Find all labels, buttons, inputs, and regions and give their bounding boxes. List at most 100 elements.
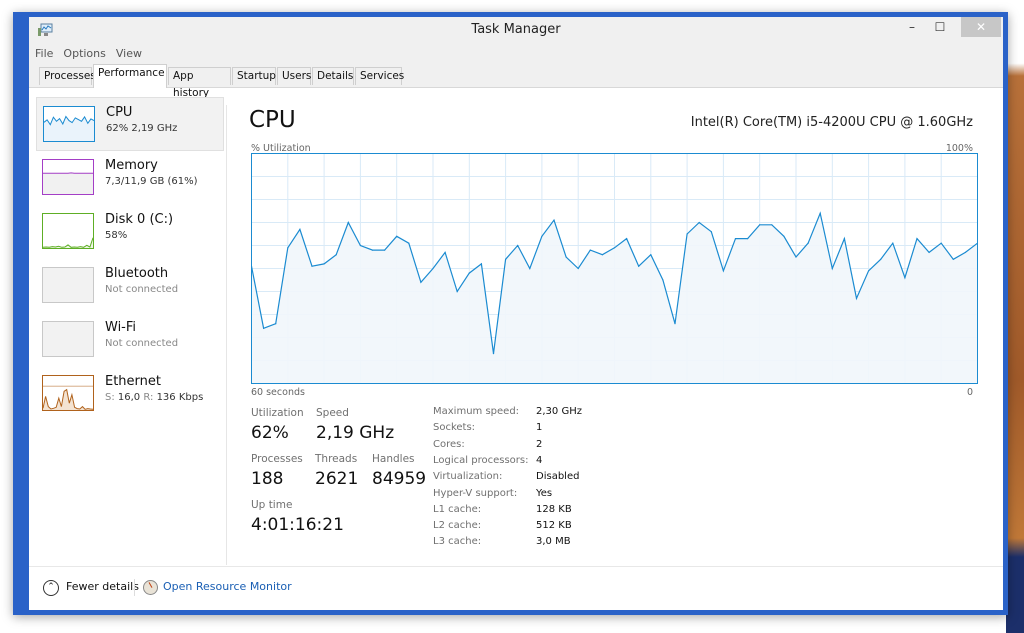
- utilization-point: [384, 249, 386, 251]
- utilization-point: [662, 279, 664, 281]
- utilization-point: [505, 258, 507, 260]
- threads-label: Threads: [315, 453, 358, 465]
- utilization-point: [722, 270, 724, 272]
- utilization-point: [952, 258, 954, 260]
- sidebar-item-bluetooth[interactable]: Bluetooth Not connected: [36, 259, 224, 313]
- spec-label: L2 cache:: [433, 520, 482, 532]
- menu-bar: File Options View: [29, 44, 1003, 64]
- sidebar-item-label: Bluetooth: [105, 266, 169, 281]
- utilization-point: [359, 244, 361, 247]
- threads-value: 2621: [315, 469, 359, 489]
- sidebar-item-memory[interactable]: Memory 7,3/11,9 GB (61%): [36, 151, 224, 205]
- minimize-button[interactable]: –: [897, 17, 927, 37]
- utilization-value: 62%: [251, 423, 289, 443]
- utilization-point: [371, 249, 374, 251]
- utilization-point: [650, 254, 652, 256]
- utilization-point: [783, 235, 785, 237]
- sidebar-item-ethernet[interactable]: Ethernet S: 16,0 R: 136 Kbps: [36, 367, 224, 421]
- sidebar-item-disk[interactable]: Disk 0 (C:) 58%: [36, 205, 224, 259]
- sidebar-item-cpu[interactable]: CPU 62% 2,19 GHz: [36, 97, 224, 151]
- tab-startup[interactable]: Startup: [232, 67, 276, 85]
- utilization-point: [323, 263, 325, 265]
- utilization-point: [432, 267, 434, 270]
- utilization-point: [420, 281, 422, 283]
- utilization-point: [613, 247, 616, 249]
- menu-file[interactable]: File: [29, 44, 57, 60]
- sidebar-item-wifi[interactable]: Wi-Fi Not connected: [36, 313, 224, 367]
- utilization-point: [492, 353, 495, 355]
- utilization-point: [601, 254, 603, 256]
- resource-sidebar: CPU 62% 2,19 GHz Memory 7,3/11,9 GB (61%…: [36, 97, 224, 577]
- utilization-point: [311, 265, 313, 267]
- window-title: Task Manager: [471, 22, 561, 37]
- utilization-point: [589, 249, 591, 251]
- menu-view[interactable]: View: [110, 44, 146, 60]
- receive-value: 136 Kbps: [156, 392, 204, 403]
- utilization-point: [892, 242, 894, 244]
- tab-processes[interactable]: Processes: [39, 67, 96, 85]
- utilization-point: [843, 238, 846, 240]
- chevron-up-icon[interactable]: ⌃: [43, 580, 59, 596]
- cpu-mini-graph: [43, 106, 95, 142]
- sidebar-item-label: Disk 0 (C:): [105, 212, 174, 227]
- title-bar[interactable]: Task Manager – ☐ ✕: [29, 17, 1003, 44]
- utilization-point: [408, 242, 410, 244]
- open-resource-monitor-link[interactable]: Open Resource Monitor: [163, 580, 292, 593]
- disk-mini-graph: [42, 213, 94, 249]
- tab-users[interactable]: Users: [277, 67, 311, 85]
- ethernet-mini-graph: [42, 375, 94, 411]
- footer-bar: ⌃ Fewer details Open Resource Monitor: [29, 566, 1003, 610]
- utilization-point: [759, 224, 761, 226]
- utilization-point: [396, 235, 398, 237]
- memory-mini-graph: [42, 159, 94, 195]
- utilization-point: [577, 267, 579, 270]
- utilization-point: [940, 242, 942, 244]
- utilization-point: [638, 265, 640, 267]
- utilization-point: [275, 323, 277, 325]
- handles-value: 84959: [372, 469, 427, 489]
- graph-x-left-label: 60 seconds: [251, 387, 305, 398]
- processes-label: Processes: [251, 453, 303, 465]
- utilization-point: [287, 247, 289, 249]
- fewer-details-button[interactable]: Fewer details: [66, 580, 139, 593]
- sidebar-divider: [226, 105, 227, 565]
- tab-app-history[interactable]: App history: [168, 67, 231, 99]
- spec-value: Yes: [536, 487, 553, 499]
- uptime-label: Up time: [251, 499, 293, 511]
- utilization-point: [855, 297, 858, 299]
- spec-label: L3 cache:: [433, 536, 482, 548]
- tab-services[interactable]: Services: [355, 67, 404, 85]
- utilization-point: [480, 263, 482, 265]
- spec-value: 2: [536, 438, 543, 450]
- task-manager-window: Task Manager – ☐ ✕ File Options View Proce…: [13, 12, 1008, 615]
- sidebar-item-label: CPU: [106, 105, 133, 120]
- tab-performance[interactable]: Performance: [93, 64, 167, 88]
- tab-details[interactable]: Details: [312, 67, 354, 85]
- maximize-button[interactable]: ☐: [925, 17, 955, 37]
- utilization-point: [795, 256, 797, 258]
- utilization-point: [831, 267, 833, 270]
- utilization-point: [819, 212, 821, 214]
- spec-value: 512 KB: [536, 520, 572, 532]
- desktop-background: [1006, 0, 1024, 633]
- spec-label: Sockets:: [433, 422, 476, 434]
- sidebar-item-value: 7,3/11,9 GB (61%): [105, 176, 198, 187]
- speed-value: 2,19 GHz: [316, 423, 395, 443]
- close-button[interactable]: ✕: [961, 17, 1001, 37]
- processes-value: 188: [251, 469, 284, 489]
- cpu-model-name: Intel(R) Core(TM) i5-4200U CPU @ 1.60GHz: [690, 115, 973, 130]
- utilization-point: [263, 327, 265, 329]
- utilization-point: [468, 272, 470, 274]
- utilization-point: [928, 251, 930, 253]
- sidebar-item-value: 58%: [105, 230, 128, 241]
- bluetooth-mini-graph: [42, 267, 94, 303]
- utilization-point: [299, 228, 301, 230]
- spec-label: Virtualization:: [433, 471, 503, 483]
- wifi-mini-graph: [42, 321, 94, 357]
- resource-monitor-icon: [143, 580, 158, 595]
- menu-options[interactable]: Options: [57, 44, 109, 60]
- utilization-point: [698, 221, 700, 224]
- utilization-point: [541, 235, 543, 237]
- utilization-point: [880, 258, 882, 260]
- utilization-point: [747, 238, 749, 240]
